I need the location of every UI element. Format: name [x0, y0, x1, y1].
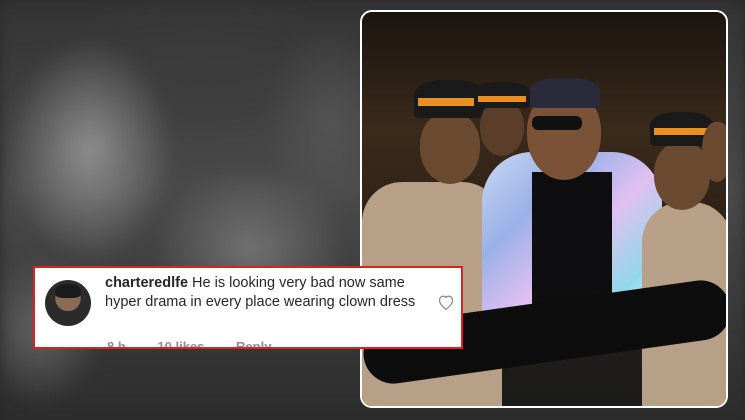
comment-username[interactable]: charteredlfe	[105, 275, 188, 291]
officer-face-left	[420, 112, 480, 184]
reply-button[interactable]: Reply	[236, 339, 271, 347]
officer-face-far-right	[702, 122, 726, 182]
comment-time: 8 h	[107, 339, 126, 349]
profile-avatar-icon[interactable]	[45, 280, 91, 326]
comment-meta: 8 h 10 likes Reply	[107, 339, 299, 349]
comment-likes[interactable]: 10 likes	[157, 339, 204, 347]
officer-face-back	[480, 100, 524, 156]
comment-body: charteredlfe He is looking very bad now …	[105, 274, 425, 312]
cap-band-right	[654, 128, 710, 135]
black-shirt	[532, 172, 612, 312]
heart-outline-icon[interactable]	[437, 294, 455, 312]
headband	[530, 78, 600, 108]
cap-band-left	[418, 98, 482, 106]
sunglasses	[532, 116, 582, 130]
officer-cap-back	[474, 82, 530, 108]
instagram-comment: charteredlfe He is looking very bad now …	[33, 266, 463, 349]
cap-band-back	[478, 96, 526, 102]
